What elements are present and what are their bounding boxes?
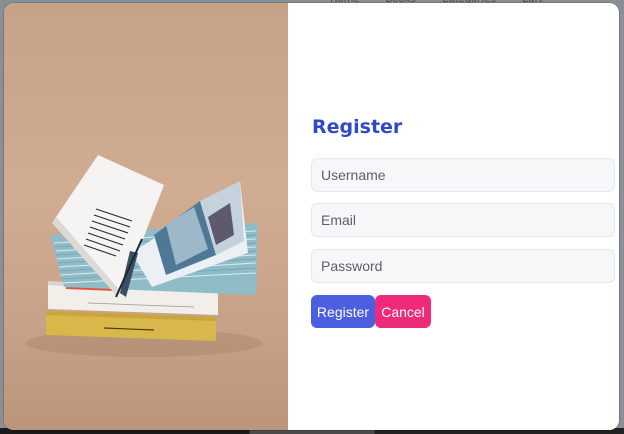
register-modal: Register Register Cancel	[4, 3, 619, 430]
password-input[interactable]	[311, 249, 615, 283]
cancel-button[interactable]: Cancel	[375, 295, 431, 328]
form-title: Register	[312, 116, 403, 138]
book-photo	[4, 3, 288, 430]
username-input[interactable]	[311, 158, 615, 192]
register-form: Register Register Cancel	[288, 3, 619, 430]
email-input[interactable]	[311, 203, 615, 237]
register-button[interactable]: Register	[311, 295, 375, 328]
open-book-stack-illustration	[26, 155, 262, 357]
